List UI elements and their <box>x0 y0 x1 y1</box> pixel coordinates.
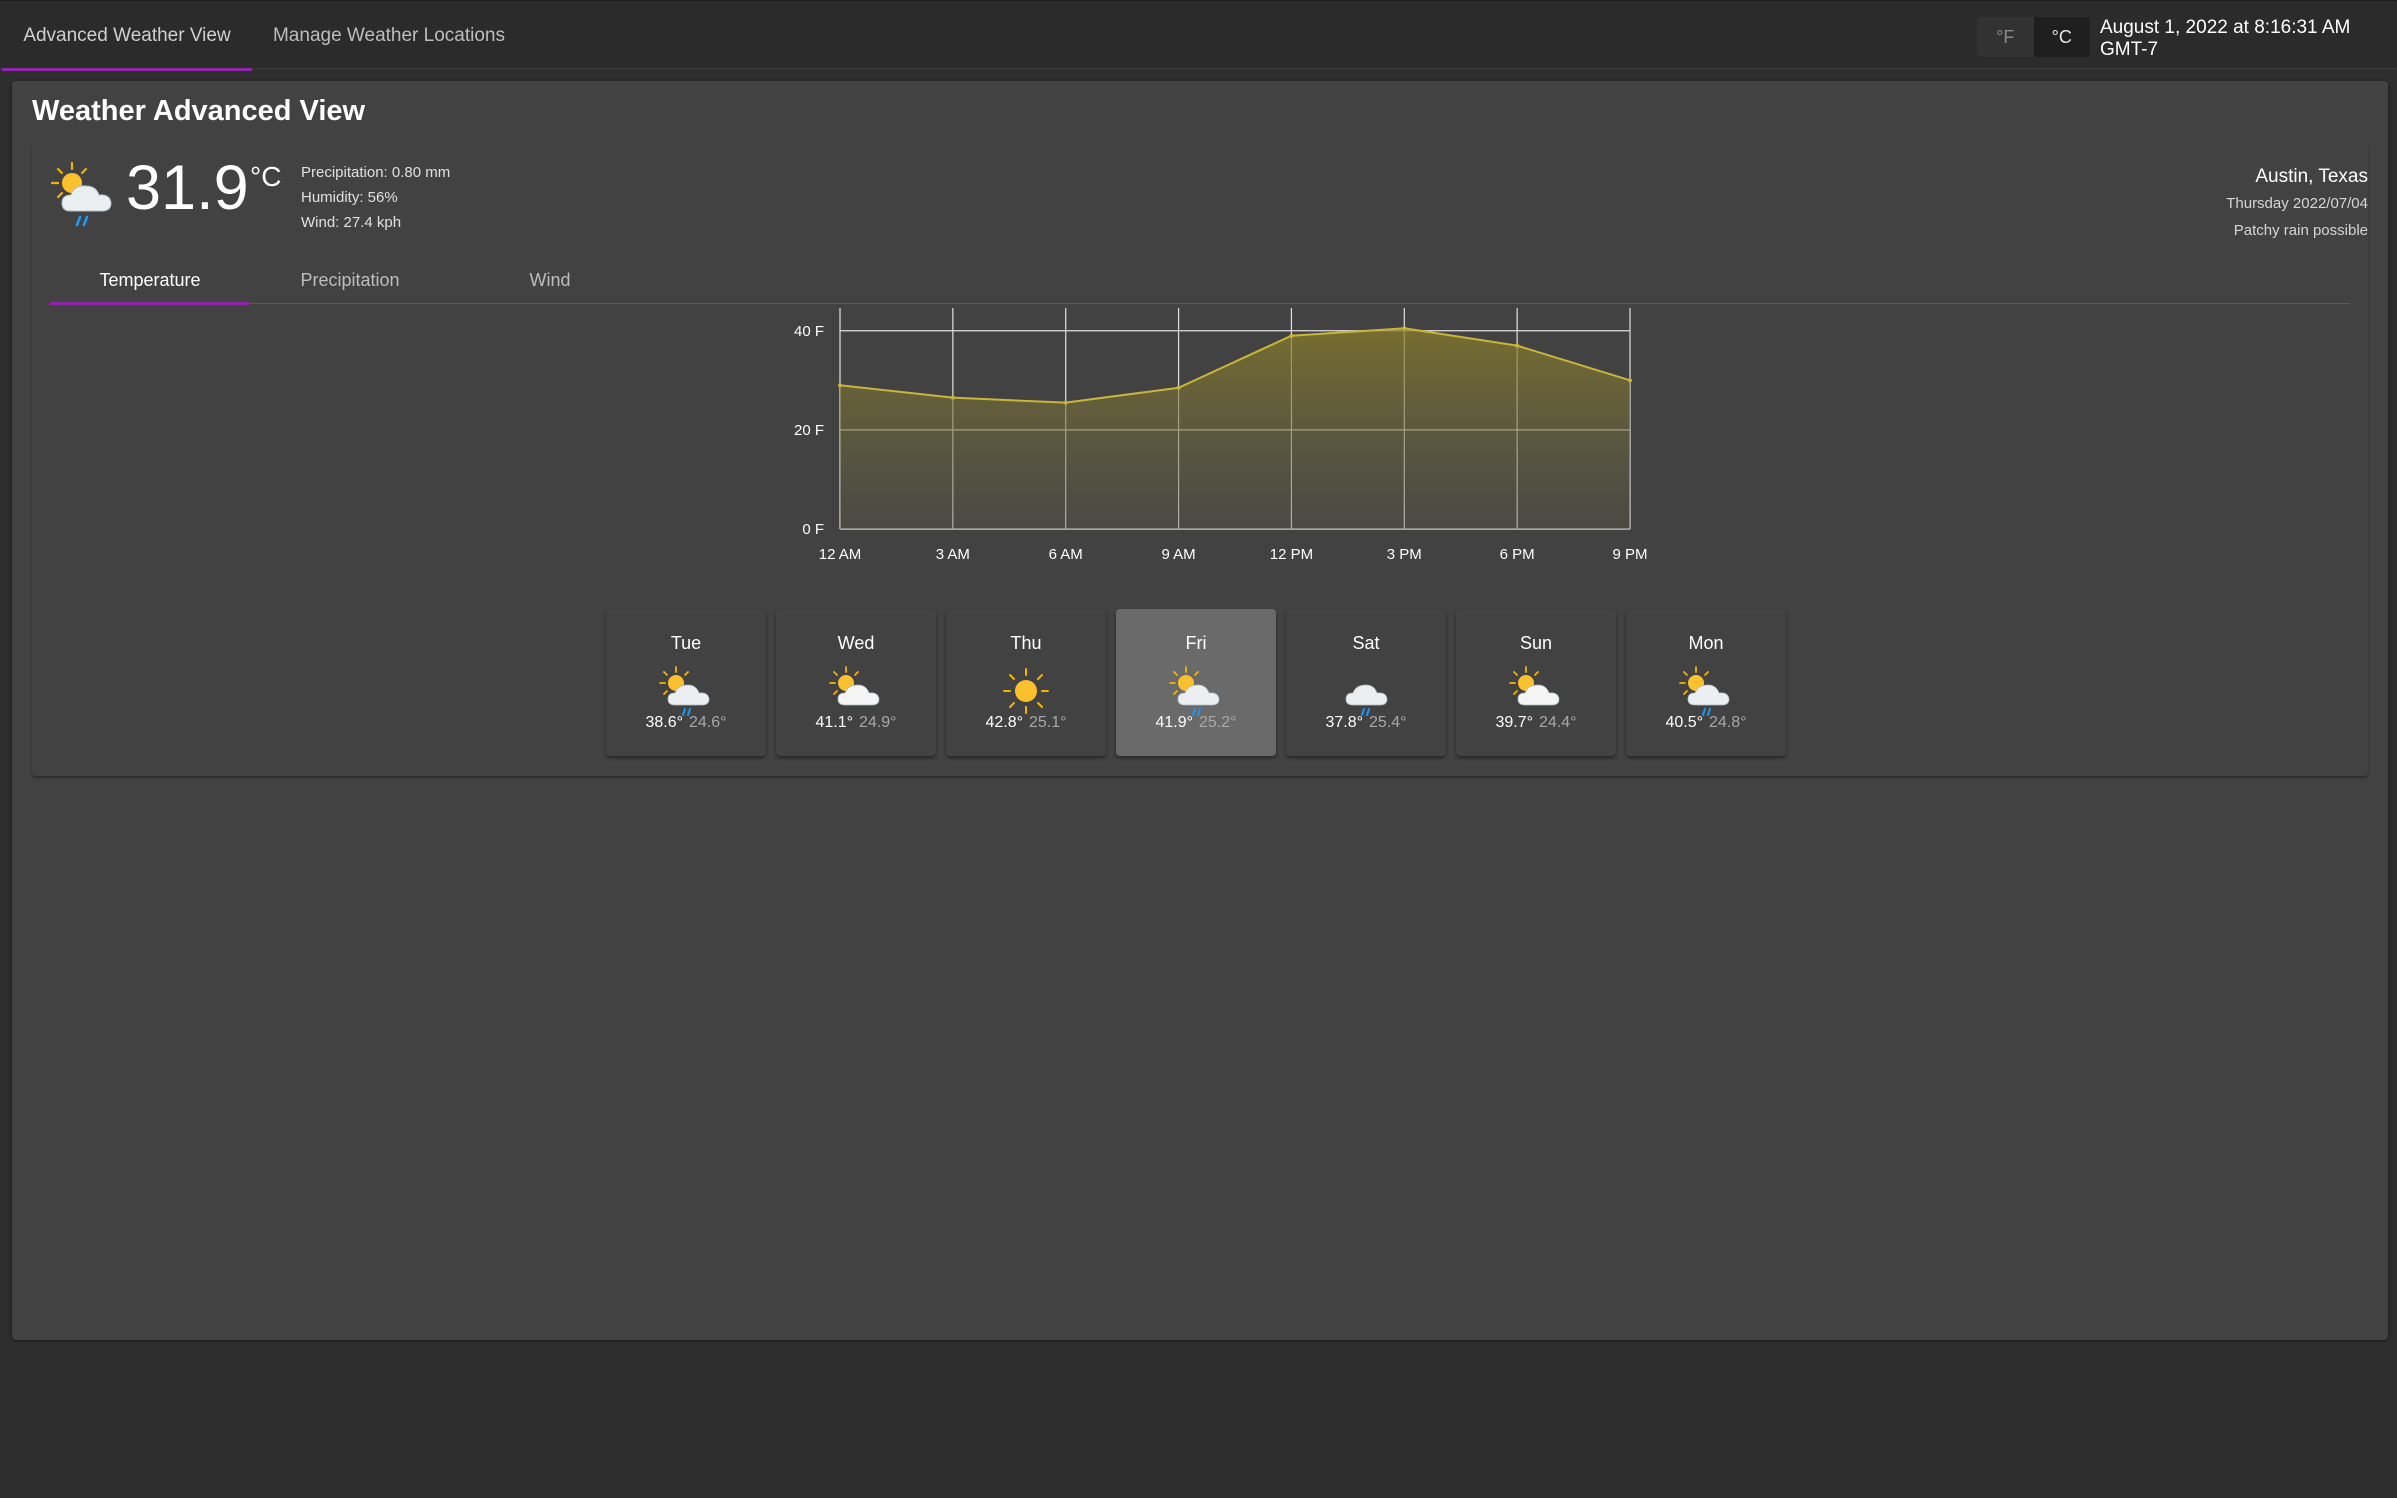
forecast-day-tue[interactable]: Tue 38.6° 24.6° <box>606 609 766 756</box>
sun-cloud-icon <box>1509 666 1560 706</box>
forecast-temps: 40.5° 24.8° <box>1626 714 1786 732</box>
chart-series-area <box>840 328 1630 529</box>
precipitation-text: Precipitation: 0.80 mm <box>301 164 451 181</box>
top-app-bar: Advanced Weather View Manage Weather Loc… <box>0 0 2397 71</box>
forecast-day-name: Wed <box>837 633 875 653</box>
forecast-day-thu[interactable]: Thu 42.8° 25.1° <box>946 609 1106 756</box>
forecast-high: 41.9° <box>1155 714 1193 731</box>
chart-x-tick-label: 12 PM <box>1270 546 1313 563</box>
chart-x-tick-label: 9 AM <box>1161 546 1195 563</box>
tab-advanced-weather-view[interactable]: Advanced Weather View <box>2 1 252 71</box>
chart-y-tick-label: 20 F <box>794 422 824 439</box>
unit-toggle: °F °C <box>1977 17 2090 57</box>
forecast-low: 25.4° <box>1369 714 1407 731</box>
current-datetime: August 1, 2022 at 8:16:31 AM GMT-7 <box>2100 16 2351 60</box>
forecast-low: 24.8° <box>1709 714 1747 731</box>
forecast-day-name: Thu <box>1010 633 1042 653</box>
chart-point <box>1515 343 1520 348</box>
celsius-button[interactable]: °C <box>2033 17 2090 57</box>
forecast-high: 37.8° <box>1325 714 1363 731</box>
sun-cloud-rain-icon <box>1679 666 1730 716</box>
main-panel: Weather Advanced View 31.9 °C Precipitat… <box>12 81 2388 1340</box>
chart-point <box>950 395 955 400</box>
temperature-chart: 0 F 20 F 40 F 12 AM 3 AM 6 AM 9 AM 12 PM 3 PM 6 P… <box>794 308 1648 563</box>
tab-label: Wind <box>529 269 571 290</box>
forecast-day-sat[interactable]: Sat 37.8° 25.4° <box>1286 609 1446 756</box>
forecast-day-wed[interactable]: Wed 41.1° 24.9° <box>776 609 936 756</box>
tab-label: Manage Weather Locations <box>272 24 506 46</box>
location-date: Thursday 2022/07/04 <box>2226 195 2368 212</box>
forecast-temps: 41.1° 24.9° <box>776 714 936 732</box>
forecast-list: Tue 38.6° 24.6° Wed 41.1° 24.9° Thu 42.8° 25.1° F… <box>606 609 1786 756</box>
chart-y-tick-label: 40 F <box>794 323 824 340</box>
forecast-day-name: Mon <box>1688 633 1724 653</box>
fahrenheit-button[interactable]: °F <box>1977 17 2034 57</box>
forecast-low: 24.6° <box>689 714 727 731</box>
sun-cloud-rain-icon <box>50 161 112 227</box>
sun-cloud-rain-icon <box>1169 666 1220 716</box>
cloud-rain-icon <box>1345 684 1388 716</box>
location-info: Austin, Texas Thursday 2022/07/04 Patchy… <box>2226 163 2368 244</box>
tab-temperature[interactable]: Temperature <box>50 256 250 305</box>
tab-precipitation[interactable]: Precipitation <box>250 256 450 304</box>
forecast-temps: 39.7° 24.4° <box>1456 714 1616 732</box>
forecast-day-name: Sun <box>1519 633 1553 653</box>
sun-cloud-rain-icon <box>659 666 710 716</box>
humidity-text: Humidity: 56% <box>301 189 398 206</box>
forecast-high: 41.1° <box>815 714 853 731</box>
forecast-day-name: Fri <box>1185 633 1207 653</box>
chart-x-tick-label: 3 AM <box>936 546 970 563</box>
location-condition: Patchy rain possible <box>2233 222 2368 239</box>
tab-manage-weather-locations[interactable]: Manage Weather Locations <box>252 1 526 70</box>
tab-label: Precipitation <box>300 269 400 290</box>
forecast-day-fri[interactable]: Fri 41.9° 25.2° <box>1116 609 1276 756</box>
forecast-temps: 38.6° 24.6° <box>606 714 766 732</box>
page-title: Weather Advanced View <box>32 95 366 127</box>
forecast-low: 24.9° <box>859 714 897 731</box>
temperature-unit: °C <box>250 161 282 192</box>
forecast-temps: 42.8° 25.1° <box>946 714 1106 732</box>
chart-point <box>838 383 842 388</box>
chart-x-tick-label: 3 PM <box>1387 546 1422 563</box>
location-name: Austin, Texas <box>2255 166 2368 187</box>
tab-label: Advanced Weather View <box>23 24 231 46</box>
forecast-low: 25.2° <box>1199 714 1237 731</box>
chart-x-tick-label: 6 PM <box>1500 546 1535 563</box>
chart-x-tick-label: 6 AM <box>1049 546 1083 563</box>
forecast-day-name: Tue <box>670 633 702 653</box>
forecast-high: 42.8° <box>985 714 1023 731</box>
forecast-low: 24.4° <box>1539 714 1577 731</box>
chart-y-tick-label: 0 F <box>802 521 824 538</box>
chart-point <box>1628 378 1632 383</box>
current-details: Precipitation: 0.80 mm Humidity: 56% Win… <box>301 160 450 235</box>
forecast-low: 25.1° <box>1029 714 1067 731</box>
chart-point <box>1063 400 1068 405</box>
forecast-day-mon[interactable]: Mon 40.5° 24.8° <box>1626 609 1786 756</box>
chart-x-tick-label: 12 AM <box>819 546 862 563</box>
chart-tabs: Temperature Precipitation Wind <box>50 256 2350 305</box>
sun-cloud-icon <box>829 666 880 706</box>
chart-point <box>1176 385 1181 390</box>
forecast-temps: 37.8° 25.4° <box>1286 714 1446 732</box>
chart-x-tick-label: 9 PM <box>1612 546 1647 563</box>
forecast-high: 40.5° <box>1665 714 1703 731</box>
chart-point <box>1289 333 1294 338</box>
tab-label: Temperature <box>99 269 201 290</box>
sun-icon <box>1003 668 1049 714</box>
chart-point <box>1402 326 1407 331</box>
forecast-temps: 41.9° 25.2° <box>1116 714 1276 732</box>
tab-wind[interactable]: Wind <box>450 256 650 304</box>
current-temperature: 31.9 <box>126 153 249 223</box>
forecast-high: 38.6° <box>645 714 683 731</box>
wind-text: Wind: 27.4 kph <box>301 214 402 231</box>
forecast-day-sun[interactable]: Sun 39.7° 24.4° <box>1456 609 1616 756</box>
forecast-high: 39.7° <box>1495 714 1533 731</box>
forecast-day-name: Sat <box>1352 633 1380 653</box>
